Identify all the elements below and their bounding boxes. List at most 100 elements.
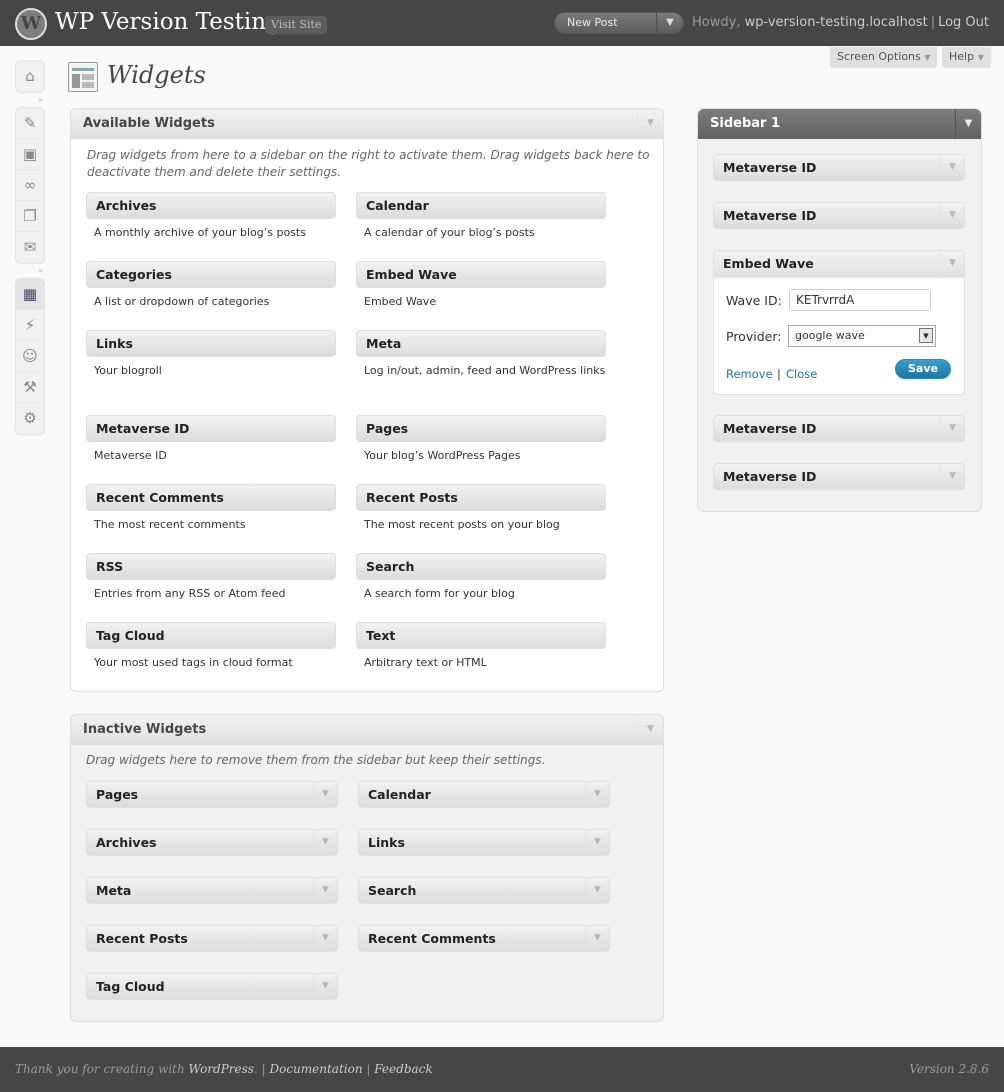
chevron-down-icon[interactable]: ▼ (940, 203, 964, 228)
site-title[interactable]: WP Version Testing (55, 9, 281, 35)
close-link[interactable]: Close (786, 367, 817, 381)
inactive-widgets-header[interactable]: Inactive Widgets ▼ (71, 715, 663, 745)
menu-separator[interactable]: » (15, 93, 45, 107)
logout-link[interactable]: Log Out (938, 15, 989, 30)
widget-title-available[interactable]: Text (356, 622, 606, 649)
chevron-down-icon[interactable]: ▼ (637, 109, 663, 138)
wordpress-logo-icon[interactable]: W (15, 8, 47, 40)
sidebar-widget[interactable]: Embed Wave ▼ (713, 250, 965, 277)
widget-title-available[interactable]: Embed Wave (356, 261, 606, 288)
widget-title-available[interactable]: Metaverse ID (86, 415, 336, 442)
chevron-down-icon[interactable]: ▼ (313, 926, 337, 951)
widget-title-available[interactable]: Links (86, 330, 336, 357)
widget-title-available[interactable]: Recent Posts (356, 484, 606, 511)
links-icon[interactable]: ∞ (16, 170, 44, 201)
feedback-link[interactable]: Feedback (374, 1062, 432, 1076)
chevron-down-icon[interactable]: ▼ (656, 13, 683, 33)
widget-name: RSS (96, 559, 124, 574)
widget-title-inactive[interactable]: Meta ▼ (86, 877, 338, 904)
widget-name: Metaverse ID (723, 208, 817, 223)
widget-title-available[interactable]: Meta (356, 330, 606, 357)
admin-header: W WP Version Testing Visit Site New Post… (0, 0, 1004, 46)
chevron-down-icon[interactable]: ▼ (585, 830, 609, 855)
widget-title-inactive[interactable]: Calendar ▼ (358, 781, 610, 808)
favorite-actions-dropdown[interactable]: New Post ▼ (554, 12, 684, 34)
widget-name: Recent Comments (368, 931, 496, 946)
widget-title-inactive[interactable]: Tag Cloud ▼ (86, 973, 338, 1000)
save-button[interactable]: Save (895, 359, 951, 379)
chevron-down-icon[interactable]: ▼ (585, 926, 609, 951)
menu-group-content: ✎ ▣ ∞ ❐ ✉ (15, 107, 45, 264)
wave-id-input[interactable] (789, 289, 931, 311)
chevron-down-icon[interactable]: ▼ (313, 974, 337, 999)
widget-name: Calendar (368, 787, 431, 802)
widget-title-inactive[interactable]: Search ▼ (358, 877, 610, 904)
help-tab[interactable]: Help ▼ (942, 47, 991, 68)
widget-title-inactive[interactable]: Recent Comments ▼ (358, 925, 610, 952)
menu-separator[interactable]: » (15, 264, 45, 278)
users-icon[interactable]: ☺ (16, 341, 44, 372)
chevron-down-icon[interactable]: ▼ (313, 782, 337, 807)
remove-link[interactable]: Remove (726, 367, 773, 381)
widgets-page-icon (68, 62, 98, 92)
dashboard-icon[interactable]: ⌂ (16, 61, 44, 92)
appearance-icon[interactable]: ▦ (16, 279, 44, 310)
chevron-down-icon[interactable]: ▼ (585, 878, 609, 903)
chevron-down-icon[interactable]: ▼ (940, 464, 964, 489)
sidebar-widget[interactable]: Metaverse ID ▼ (713, 415, 965, 442)
chevron-down-icon[interactable]: ▼ (919, 328, 933, 343)
widget-title-available[interactable]: RSS (86, 553, 336, 580)
chevron-down-icon[interactable]: ▼ (940, 155, 964, 180)
widget-title-available[interactable]: Archives (86, 192, 336, 219)
documentation-link[interactable]: Documentation (269, 1062, 362, 1076)
widget-title-available[interactable]: Pages (356, 415, 606, 442)
widget-title-inactive[interactable]: Pages ▼ (86, 781, 338, 808)
settings-icon[interactable]: ⚙ (16, 403, 44, 434)
menu-group-settings: ▦ ⚡ ☺ ⚒ ⚙ (15, 278, 45, 435)
media-icon[interactable]: ▣ (16, 139, 44, 170)
wordpress-link[interactable]: WordPress (189, 1062, 254, 1076)
available-widgets-header[interactable]: Available Widgets ▼ (71, 109, 663, 139)
sidebar-1-title: Sidebar 1 (710, 116, 781, 131)
chevron-down-icon[interactable]: ▼ (955, 109, 981, 139)
chevron-down-icon[interactable]: ▼ (940, 416, 964, 441)
chevron-down-icon[interactable]: ▼ (313, 830, 337, 855)
visit-site-button[interactable]: Visit Site (265, 16, 328, 34)
widget-title-available[interactable]: Recent Comments (86, 484, 336, 511)
sidebar-widget[interactable]: Metaverse ID ▼ (713, 202, 965, 229)
widget-name: Metaverse ID (723, 421, 817, 436)
widget-title-inactive[interactable]: Recent Posts ▼ (86, 925, 338, 952)
widget-title-available[interactable]: Categories (86, 261, 336, 288)
page-title: Widgets (107, 61, 206, 89)
screen-options-tab[interactable]: Screen Options ▼ (830, 47, 938, 68)
chevron-down-icon[interactable]: ▼ (940, 251, 964, 276)
plugins-icon[interactable]: ⚡ (16, 310, 44, 341)
version-text: Version 2.8.6 (909, 1062, 989, 1076)
widget-name: Links (368, 835, 405, 850)
provider-select[interactable]: google wave ▼ (788, 325, 936, 347)
chevron-down-icon[interactable]: ▼ (313, 878, 337, 903)
widget-name: Text (366, 628, 396, 643)
sidebar-1-header[interactable]: Sidebar 1 ▼ (698, 109, 981, 139)
footer-credits: Thank you for creating with WordPress. |… (15, 1062, 433, 1076)
chevron-down-icon[interactable]: ▼ (585, 782, 609, 807)
new-post-link[interactable]: New Post (567, 16, 618, 29)
widget-title-inactive[interactable]: Links ▼ (358, 829, 610, 856)
widget-name: Archives (96, 835, 157, 850)
widget-title-available[interactable]: Tag Cloud (86, 622, 336, 649)
comments-icon[interactable]: ✉ (16, 232, 44, 263)
tools-icon[interactable]: ⚒ (16, 372, 44, 403)
widget-title-available[interactable]: Calendar (356, 192, 606, 219)
screen-options-label: Screen Options (837, 50, 921, 63)
profile-link[interactable]: wp-version-testing.localhost (745, 15, 928, 30)
chevron-down-icon[interactable]: ▼ (637, 715, 663, 744)
sidebar-widget[interactable]: Metaverse ID ▼ (713, 463, 965, 490)
widget-title-inactive[interactable]: Archives ▼ (86, 829, 338, 856)
pages-icon[interactable]: ❐ (16, 201, 44, 232)
embed-wave-settings-form: Wave ID: Provider: google wave ▼ Remove … (713, 279, 965, 395)
widget-name: Recent Posts (366, 490, 458, 505)
sidebar-widget[interactable]: Metaverse ID ▼ (713, 154, 965, 181)
posts-icon[interactable]: ✎ (16, 108, 44, 139)
widget-title-available[interactable]: Search (356, 553, 606, 580)
widget-description: Metaverse ID (94, 449, 167, 462)
